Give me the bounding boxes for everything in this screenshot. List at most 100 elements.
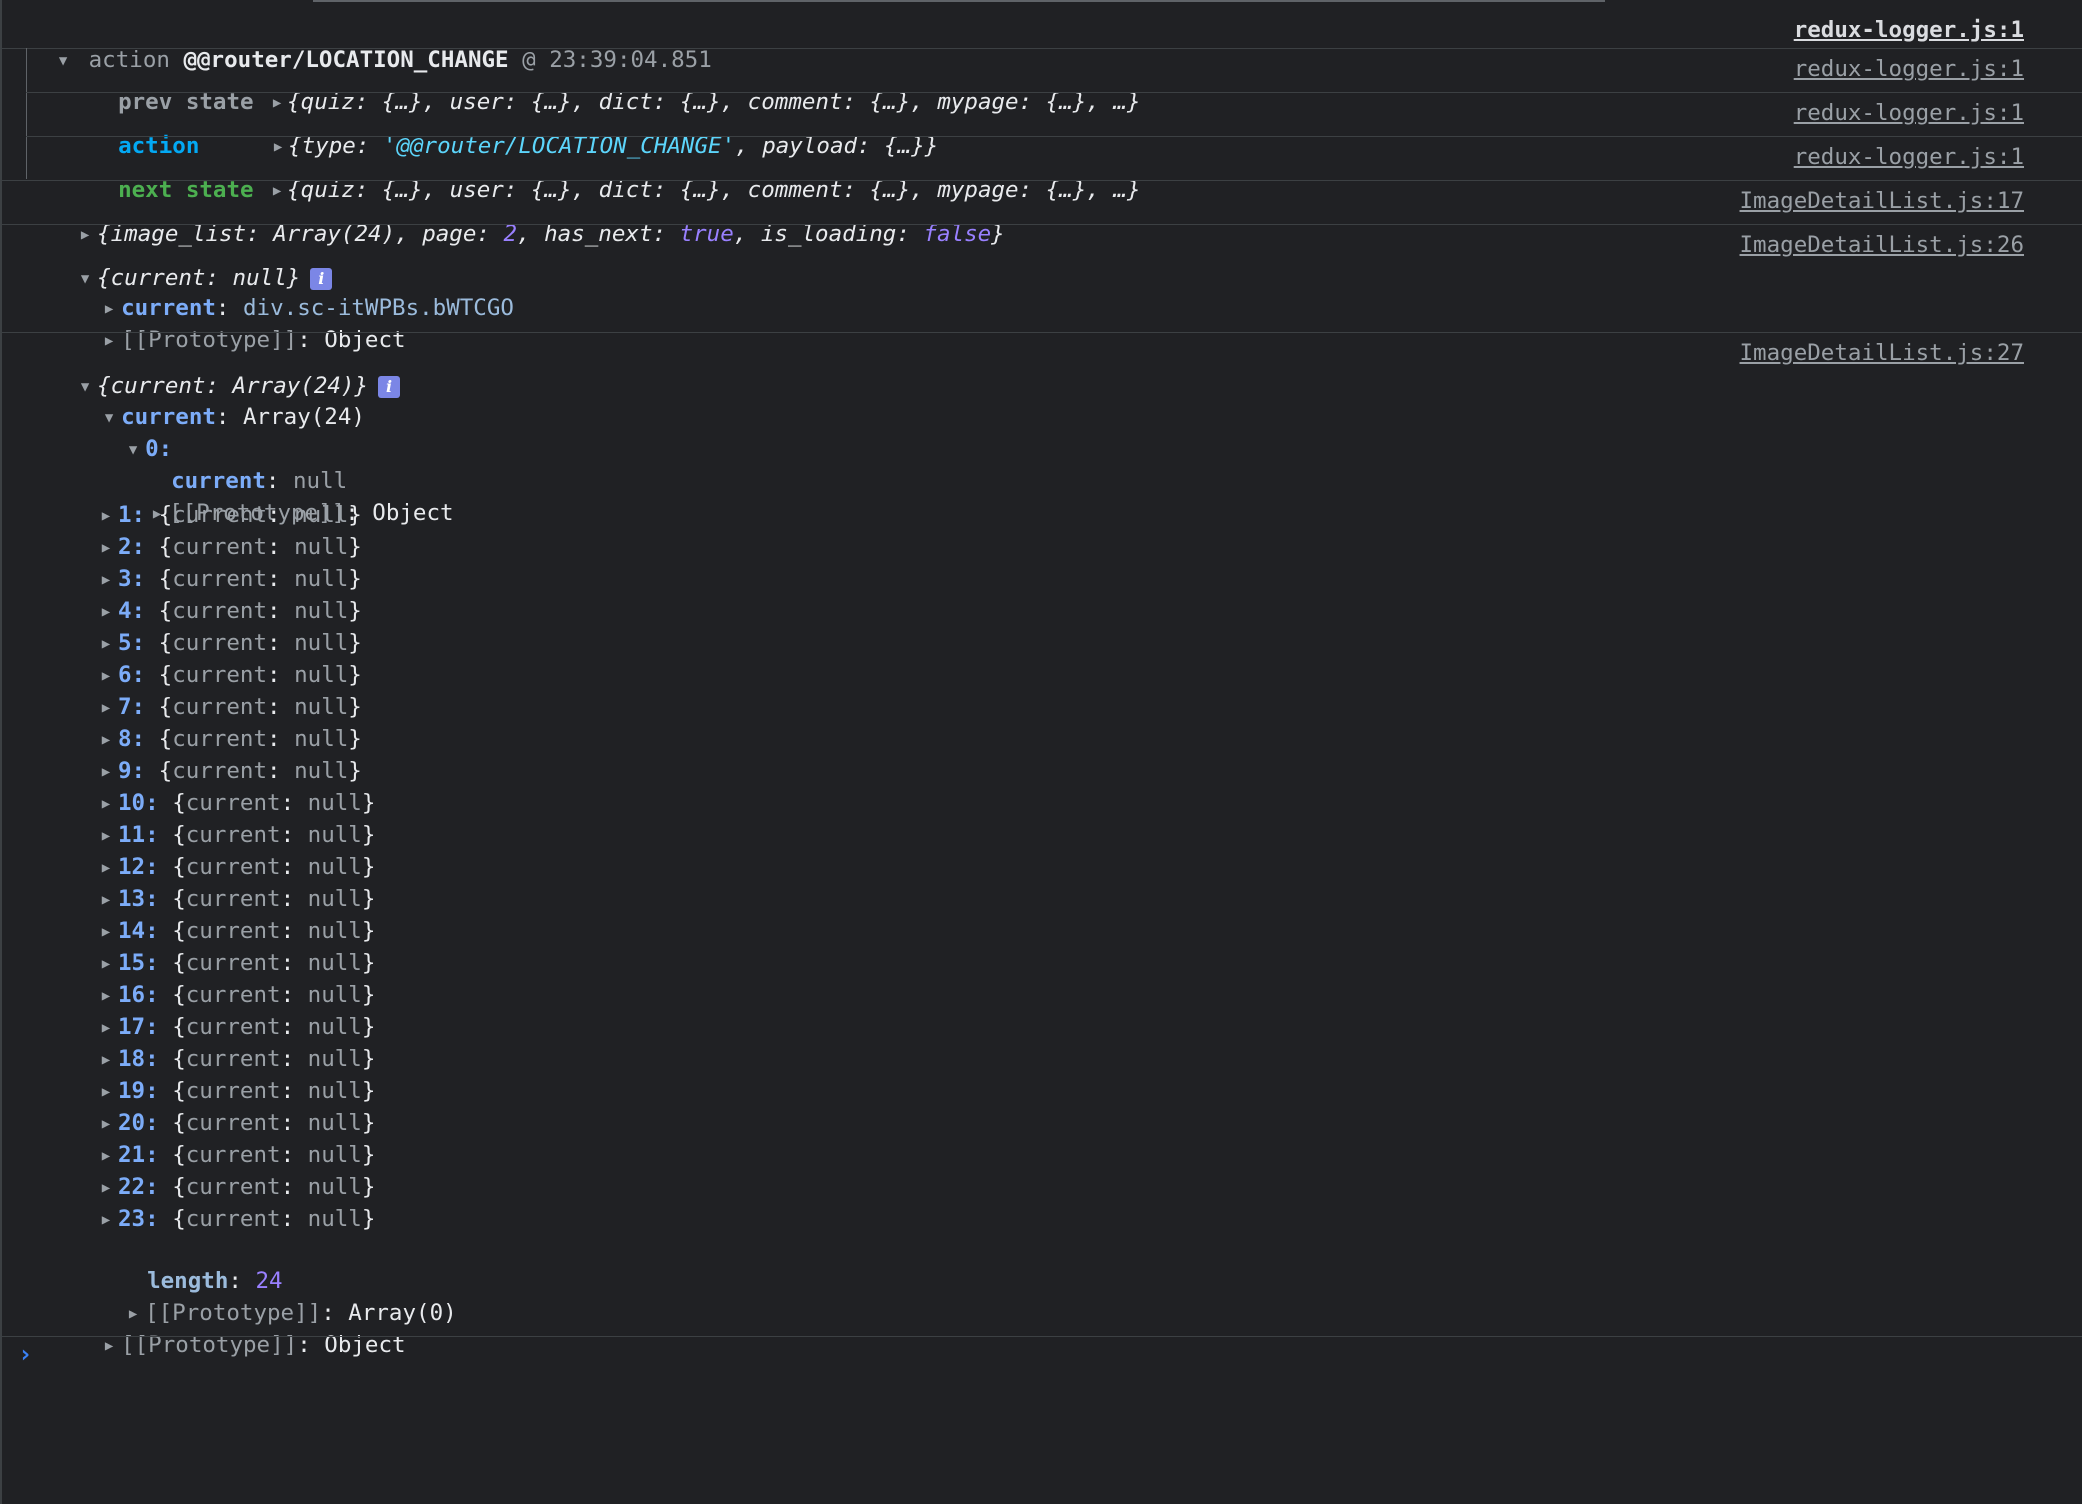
item-preview-open: { [172,1078,186,1104]
source-link[interactable]: redux-logger.js:1 [1794,142,2024,172]
expand-triangle-icon[interactable]: ▶ [94,981,118,1011]
source-link[interactable]: redux-logger.js:1 [1794,15,2024,45]
array-item[interactable]: ▶ 22: {current: null} [94,1172,2082,1203]
array-item[interactable]: ▶ 21: {current: null} [94,1140,2082,1171]
expand-triangle-icon[interactable]: ▶ [94,1173,118,1203]
property-key: current [185,1014,281,1040]
array-index: 5 [118,630,132,656]
item-preview-close: } [361,1110,376,1136]
array-item[interactable]: ▶ 5: {current: null} [94,628,2082,659]
expand-triangle-icon[interactable]: ▶ [94,1205,118,1235]
array-item[interactable]: ▶ 23: {current: null} [94,1204,2082,1235]
null-value: null [307,1206,362,1232]
expand-triangle-icon[interactable]: ▶ [94,1077,118,1107]
tree-node[interactable]: ▶ [[Prototype]]: Object [70,1300,2082,1361]
expand-triangle-icon[interactable]: ▶ [94,661,118,691]
array-index: 3 [118,566,132,592]
expand-triangle-icon[interactable]: ▶ [94,1013,118,1043]
array-item[interactable]: ▶ 14: {current: null} [94,916,2082,947]
source-link[interactable]: redux-logger.js:1 [1794,54,2024,84]
expand-triangle-icon[interactable]: ▶ [94,1141,118,1171]
array-item[interactable]: ▶ 12: {current: null} [94,852,2082,883]
property-key: current [172,598,268,624]
source-link[interactable]: ImageDetailList.js:17 [1740,186,2024,216]
item-preview-open: { [172,982,186,1008]
array-index: 18 [118,1046,146,1072]
expand-triangle-icon[interactable]: ▶ [94,757,118,787]
expand-triangle-icon[interactable]: ▶ [94,1109,118,1139]
property-key: current [185,822,281,848]
expand-triangle-icon[interactable]: ▶ [94,565,118,595]
divider [26,136,2082,137]
expand-triangle-icon[interactable]: ▶ [94,597,118,627]
item-preview-close: } [348,502,362,528]
item-preview-open: { [172,790,186,816]
array-item[interactable]: ▶ 7: {current: null} [94,692,2082,723]
property-key: current [185,1206,281,1232]
expand-triangle-icon[interactable]: ▶ [94,949,118,979]
expand-triangle-icon[interactable]: ▶ [94,533,118,563]
item-preview-open: { [172,1110,186,1136]
item-preview-close: } [361,1014,376,1040]
collapse-triangle-icon[interactable]: ▼ [121,435,145,465]
item-preview-close: } [361,1046,376,1072]
expand-triangle-icon[interactable]: ▶ [94,917,118,947]
property-key: current [172,566,268,592]
array-index: 15 [118,950,146,976]
array-item[interactable]: ▶ 3: {current: null} [94,564,2082,595]
array-item[interactable]: ▶ 15: {current: null} [94,948,2082,979]
source-link[interactable]: ImageDetailList.js:26 [1740,230,2024,260]
array-item[interactable]: ▶ 17: {current: null} [94,1012,2082,1043]
expand-triangle-icon[interactable]: ▶ [94,1045,118,1075]
property-key: current [185,982,281,1008]
array-index: 19 [118,1078,146,1104]
property-key: current [172,662,268,688]
expand-triangle-icon[interactable]: ▶ [94,725,118,755]
array-item[interactable]: ▶ 6: {current: null} [94,660,2082,691]
array-item[interactable]: ▶ 11: {current: null} [94,820,2082,851]
item-preview-close: } [348,630,362,656]
array-item[interactable]: ▶ 20: {current: null} [94,1108,2082,1139]
array-item[interactable]: ▶ 2: {current: null} [94,532,2082,563]
null-value: null [307,918,362,944]
expand-triangle-icon[interactable]: ▶ [94,789,118,819]
console-prompt-icon[interactable]: › [18,1340,32,1368]
array-item[interactable]: ▶ 13: {current: null} [94,884,2082,915]
collapse-triangle-icon[interactable]: ▼ [51,46,75,76]
item-preview-close: } [361,1142,376,1168]
expand-triangle-icon[interactable]: ▶ [94,693,118,723]
array-item[interactable]: ▶ 16: {current: null} [94,980,2082,1011]
array-item[interactable]: ▶ 18: {current: null} [94,1044,2082,1075]
array-item[interactable]: ▶ 9: {current: null} [94,756,2082,787]
expand-triangle-icon[interactable]: ▶ [94,821,118,851]
item-preview-close: } [361,1206,376,1232]
property-key: current [185,854,281,880]
expand-triangle-icon[interactable]: ▶ [94,853,118,883]
item-preview-open: { [158,534,173,560]
array-item[interactable]: ▶ 1: {current: null} [94,500,2082,531]
divider [2,48,2082,49]
item-preview-close: } [361,950,376,976]
source-link[interactable]: ImageDetailList.js:27 [1740,338,2024,368]
divider [26,92,2082,93]
array-item[interactable]: ▶ 8: {current: null} [94,724,2082,755]
expand-triangle-icon[interactable]: ▶ [94,501,118,531]
array-item[interactable]: ▶ 10: {current: null} [94,788,2082,819]
array-index: 10 [118,790,146,816]
item-preview-close: } [348,758,362,784]
expand-triangle-icon[interactable]: ▶ [94,629,118,659]
expand-triangle-icon[interactable]: ▶ [94,885,118,915]
array-index: 22 [118,1174,146,1200]
null-value: null [307,1142,362,1168]
array-item[interactable]: ▶ 19: {current: null} [94,1076,2082,1107]
null-value: null [294,534,349,560]
array-item[interactable]: ▶ 4: {current: null} [94,596,2082,627]
array-index: 14 [118,918,146,944]
item-preview-open: { [172,822,186,848]
null-value: null [294,662,349,688]
property-key: current [185,886,281,912]
null-value: null [294,598,349,624]
array-index: 23 [118,1206,146,1232]
divider [2,1336,2082,1337]
source-link[interactable]: redux-logger.js:1 [1794,98,2024,128]
